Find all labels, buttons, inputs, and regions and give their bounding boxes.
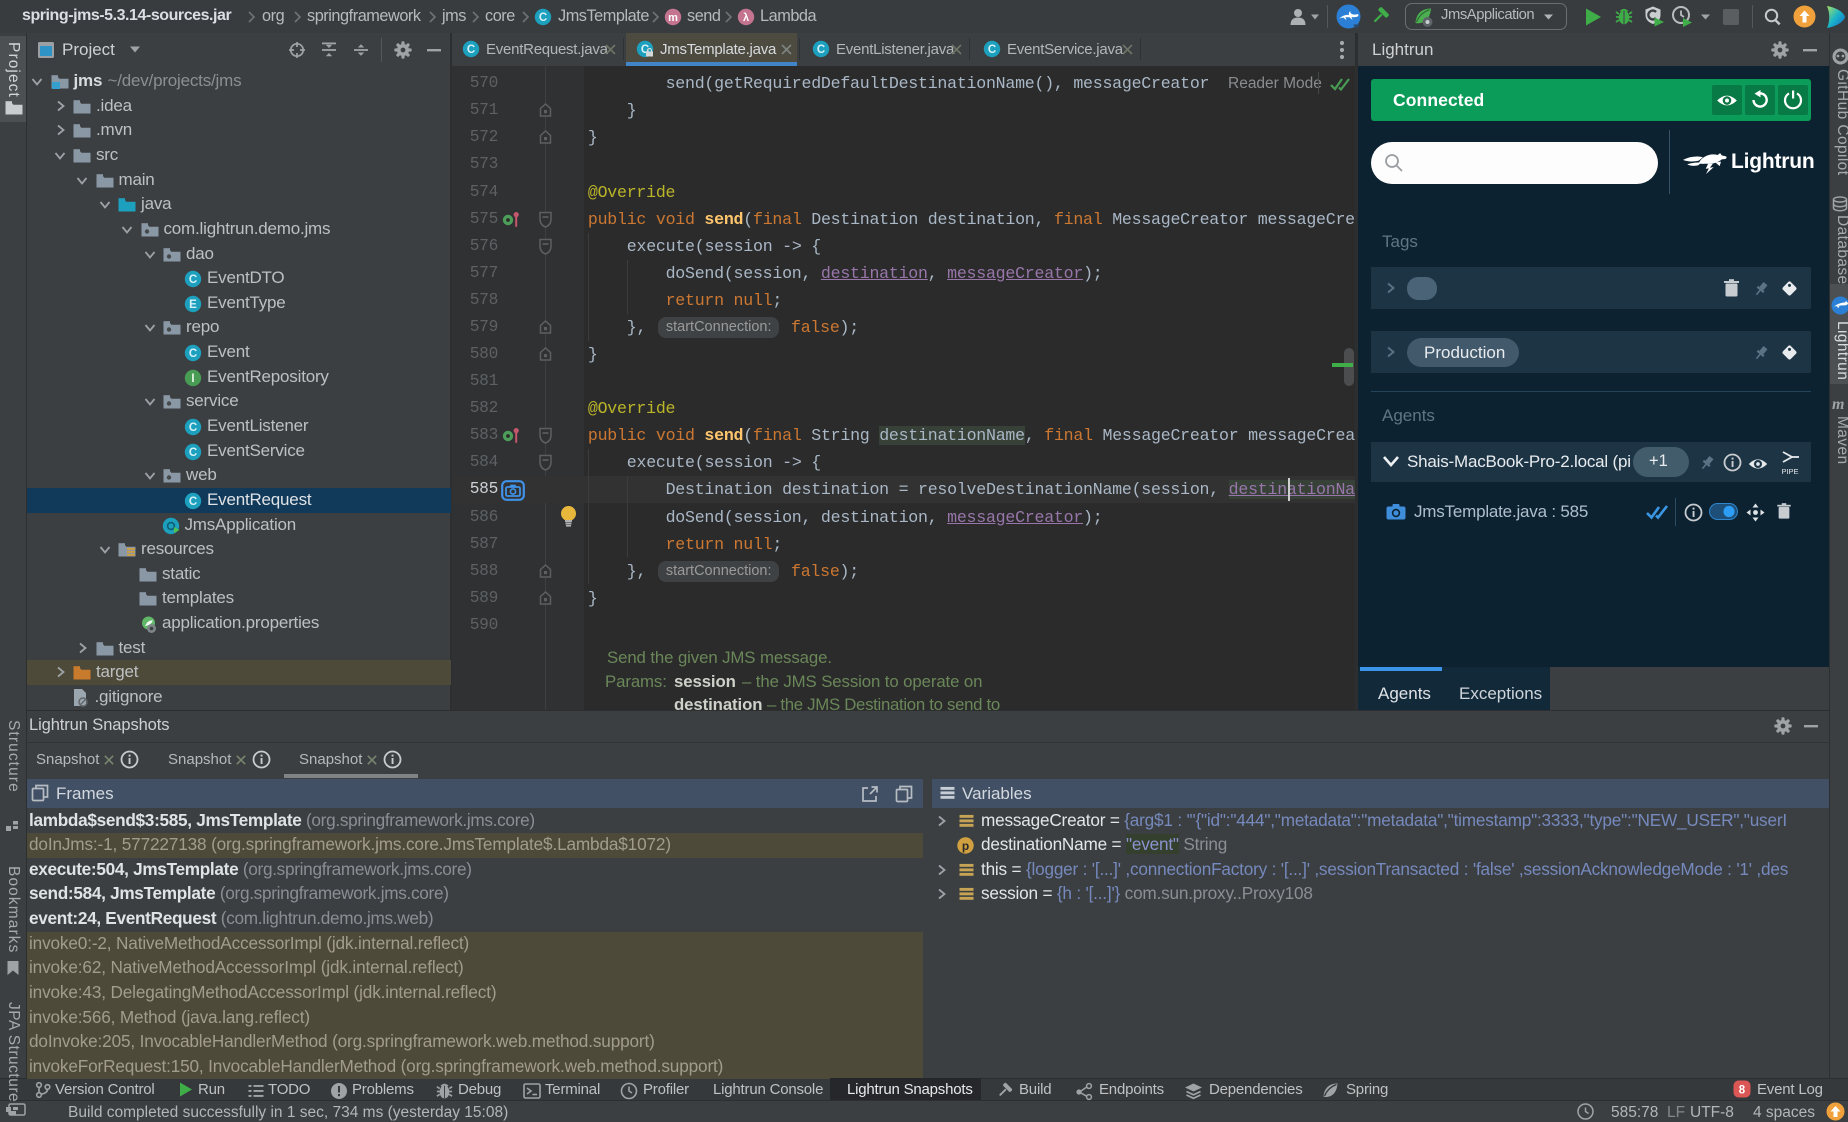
svg-text:C: C (817, 44, 825, 56)
svg-text:8: 8 (1739, 1085, 1746, 1097)
svg-text:C: C (539, 12, 547, 24)
svg-text:m: m (668, 12, 678, 24)
svg-text:C: C (467, 44, 475, 56)
svg-text:C: C (988, 44, 996, 56)
svg-text:PIPE: PIPE (1781, 467, 1798, 476)
svg-text:λ: λ (743, 12, 749, 24)
svg-text:p: p (962, 839, 969, 853)
